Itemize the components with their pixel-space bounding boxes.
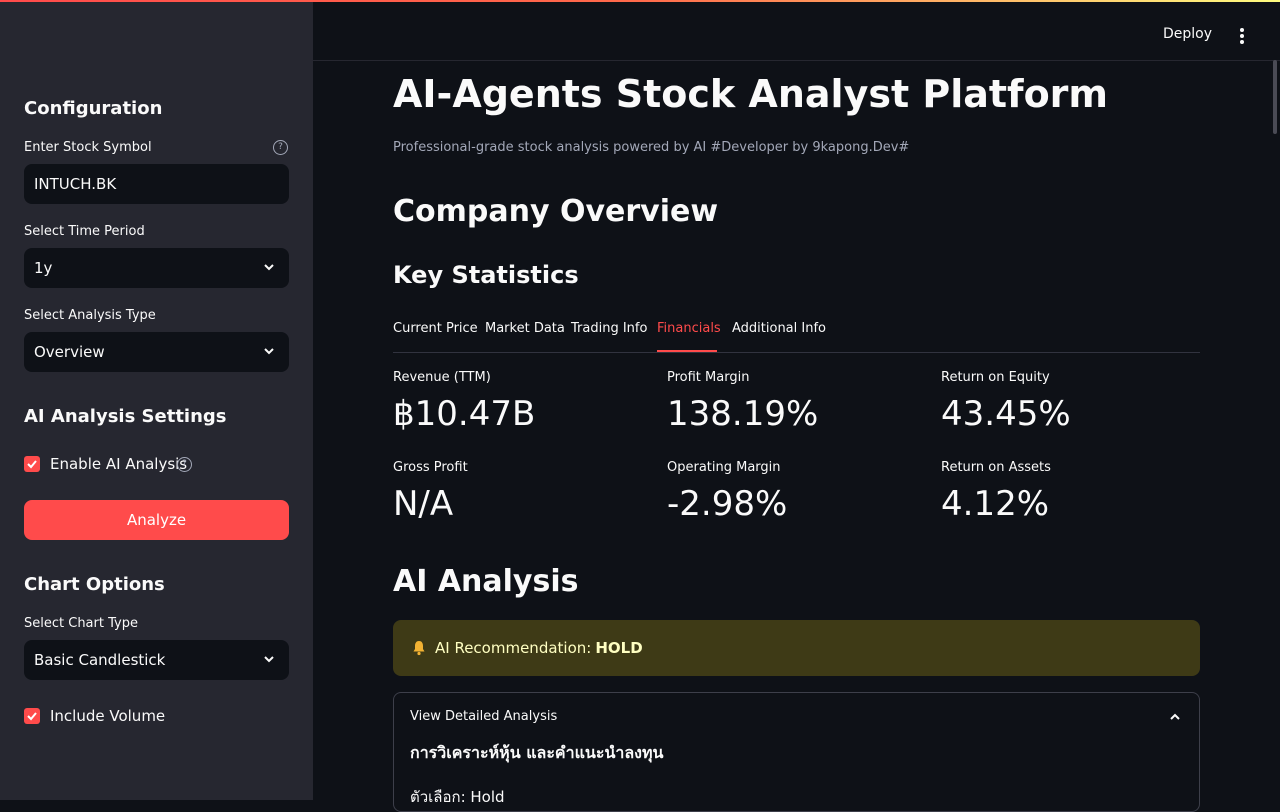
metric-value: 4.12% [941, 484, 1050, 524]
time-period-label: Select Time Period [24, 224, 145, 239]
expander-title[interactable]: View Detailed Analysis [410, 709, 557, 724]
chevron-down-icon [264, 264, 274, 271]
ai-analysis-heading: AI Analysis [393, 564, 579, 599]
time-period-value: 1y [34, 259, 53, 277]
app-header: Deploy [313, 2, 1280, 61]
check-icon [27, 460, 37, 469]
detailed-analysis-expander[interactable]: View Detailed Analysis การวิเคราะห์หุ้น … [393, 692, 1200, 812]
company-overview-heading: Company Overview [393, 194, 719, 229]
tab-additional-info[interactable]: Additional Info [732, 321, 826, 336]
chart-type-value: Basic Candlestick [34, 651, 166, 669]
chevron-down-icon [264, 348, 274, 355]
metric-label: Return on Equity [941, 370, 1050, 385]
metric-label: Operating Margin [667, 460, 781, 475]
page-subtitle: Professional-grade stock analysis powere… [393, 140, 910, 155]
enable-ai-checkbox[interactable] [24, 456, 40, 472]
page-title: AI-Agents Stock Analyst Platform [393, 72, 1109, 116]
chart-type-select[interactable]: Basic Candlestick [24, 640, 289, 680]
help-icon[interactable]: ? [177, 457, 192, 472]
chart-type-label: Select Chart Type [24, 616, 138, 631]
metric-value: ฿10.47B [393, 394, 536, 434]
tab-trading-info[interactable]: Trading Info [571, 321, 647, 336]
stock-symbol-input[interactable]: INTUCH.BK [24, 164, 289, 204]
ai-settings-heading: AI Analysis Settings [24, 406, 227, 427]
analysis-type-label: Select Analysis Type [24, 308, 156, 323]
analysis-choice: ตัวเลือก: Hold [410, 788, 505, 806]
recommendation-value: HOLD [595, 639, 643, 657]
statistics-tabs: Current Price Market Data Trading Info F… [393, 312, 1200, 353]
enable-ai-label[interactable]: Enable AI Analysis [50, 455, 187, 473]
stock-symbol-label: Enter Stock Symbol [24, 140, 152, 155]
scrollbar[interactable] [1273, 60, 1277, 134]
check-icon [27, 712, 37, 721]
metric-label: Revenue (TTM) [393, 370, 491, 385]
key-statistics-heading: Key Statistics [393, 261, 579, 289]
deploy-button[interactable]: Deploy [1163, 26, 1212, 42]
analysis-type-select[interactable]: Overview [24, 332, 289, 372]
metric-value: 138.19% [667, 394, 819, 434]
tab-financials[interactable]: Financials [657, 321, 721, 336]
recommendation-label: AI Recommendation: [435, 639, 592, 657]
metric-label: Profit Margin [667, 370, 750, 385]
ai-recommendation-alert: AI Recommendation: HOLD [393, 620, 1200, 676]
analysis-type-value: Overview [34, 343, 105, 361]
chart-options-heading: Chart Options [24, 574, 165, 595]
tab-current-price[interactable]: Current Price [393, 321, 478, 336]
tab-market-data[interactable]: Market Data [485, 321, 565, 336]
analysis-heading: การวิเคราะห์หุ้น และคำแนะนำลงทุน [410, 743, 664, 762]
include-volume-label[interactable]: Include Volume [50, 707, 165, 725]
help-icon[interactable]: ? [273, 140, 288, 155]
analyze-button[interactable]: Analyze [24, 500, 289, 540]
chevron-down-icon [264, 656, 274, 663]
bell-icon [411, 640, 427, 656]
metric-value: N/A [393, 484, 454, 524]
include-volume-checkbox[interactable] [24, 708, 40, 724]
sidebar: Configuration Enter Stock Symbol ? INTUC… [0, 2, 313, 800]
main-content: Deploy AI-Agents Stock Analyst Platform … [313, 2, 1280, 812]
chevron-up-icon[interactable] [1169, 711, 1181, 723]
active-tab-indicator [657, 350, 717, 352]
metric-value: -2.98% [667, 484, 788, 524]
metric-label: Gross Profit [393, 460, 468, 475]
time-period-select[interactable]: 1y [24, 248, 289, 288]
metric-label: Return on Assets [941, 460, 1051, 475]
configuration-heading: Configuration [24, 98, 163, 119]
metric-value: 43.45% [941, 394, 1071, 434]
kebab-menu-icon[interactable] [1233, 26, 1251, 46]
